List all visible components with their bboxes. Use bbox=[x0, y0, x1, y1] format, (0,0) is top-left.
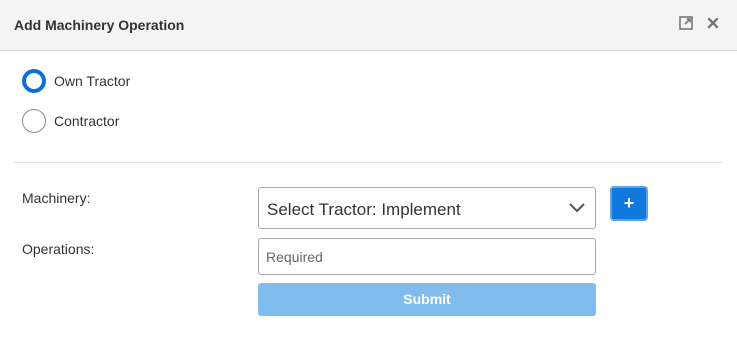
add-machinery-button[interactable]: + bbox=[610, 186, 648, 221]
radio-contractor[interactable]: Contractor bbox=[22, 109, 119, 133]
submit-button[interactable]: Submit bbox=[258, 283, 596, 316]
radio-own-tractor[interactable]: Own Tractor bbox=[22, 69, 130, 93]
chevron-down-icon bbox=[569, 203, 585, 213]
operations-label: Operations: bbox=[22, 241, 95, 257]
plus-icon: + bbox=[623, 193, 635, 213]
radio-label-contractor: Contractor bbox=[54, 113, 120, 129]
dialog-header: Add Machinery Operation bbox=[0, 0, 737, 51]
radio-button-unchecked[interactable] bbox=[22, 109, 46, 133]
operations-input[interactable] bbox=[258, 238, 596, 275]
dialog-title: Add Machinery Operation bbox=[14, 17, 185, 33]
machinery-label: Machinery: bbox=[22, 190, 91, 206]
divider bbox=[14, 162, 722, 163]
add-machinery-operation-dialog: Add Machinery Operation Own Tractor Cont… bbox=[0, 0, 737, 341]
expand-icon[interactable] bbox=[678, 15, 696, 33]
machinery-select-value: Select Tractor: Implement bbox=[267, 200, 461, 219]
radio-button-checked[interactable] bbox=[22, 69, 46, 93]
radio-label-own-tractor: Own Tractor bbox=[54, 73, 131, 89]
machinery-select[interactable]: Select Tractor: Implement bbox=[258, 187, 596, 229]
close-icon[interactable] bbox=[705, 15, 723, 33]
